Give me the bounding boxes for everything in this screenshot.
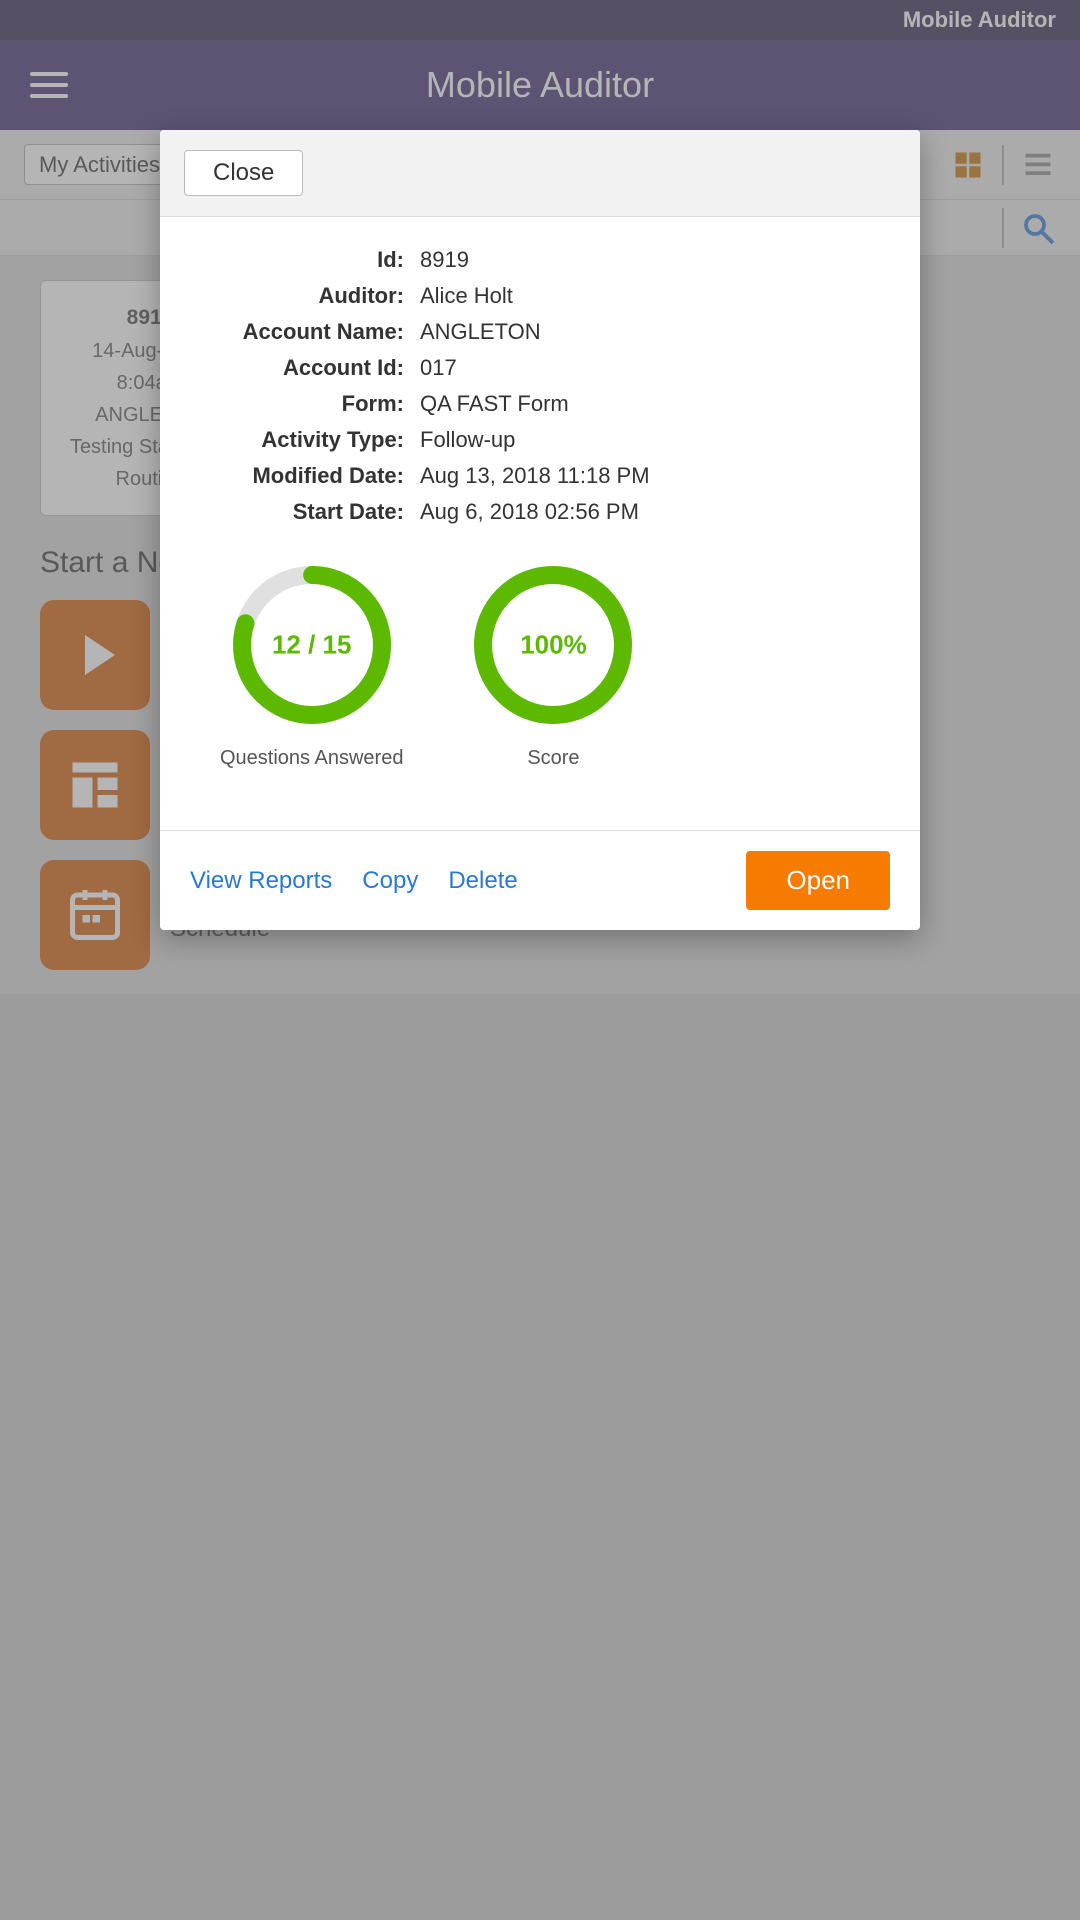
value-start-date: Aug 6, 2018 02:56 PM — [420, 499, 639, 525]
detail-row-modified-date: Modified Date: Aug 13, 2018 11:18 PM — [200, 463, 880, 489]
value-account-name: ANGLETON — [420, 319, 541, 345]
questions-donut: 12 / 15 — [222, 555, 402, 735]
value-account-id: 017 — [420, 355, 457, 381]
open-button[interactable]: Open — [746, 851, 890, 910]
close-button[interactable]: Close — [184, 150, 303, 196]
value-activity-type: Follow-up — [420, 427, 515, 453]
modal-footer: View Reports Copy Delete Open — [160, 830, 920, 930]
copy-button[interactable]: Copy — [362, 867, 418, 895]
score-value: 100% — [520, 630, 587, 661]
modal-body: Id: 8919 Auditor: Alice Holt Account Nam… — [160, 217, 920, 830]
score-label: Score — [527, 747, 579, 770]
charts-row: 12 / 15 Questions Answered 100% — [200, 555, 880, 770]
label-id: Id: — [200, 247, 420, 273]
label-auditor: Auditor: — [200, 283, 420, 309]
questions-answered-label: Questions Answered — [220, 747, 403, 770]
questions-answered-value: 12 / 15 — [272, 630, 352, 661]
modal-header: Close — [160, 130, 920, 217]
label-activity-type: Activity Type: — [200, 427, 420, 453]
view-reports-button[interactable]: View Reports — [190, 867, 332, 895]
label-form: Form: — [200, 391, 420, 417]
detail-row-auditor: Auditor: Alice Holt — [200, 283, 880, 309]
questions-answered-chart: 12 / 15 Questions Answered — [220, 555, 403, 770]
label-modified-date: Modified Date: — [200, 463, 420, 489]
detail-row-account-id: Account Id: 017 — [200, 355, 880, 381]
label-account-name: Account Name: — [200, 319, 420, 345]
value-modified-date: Aug 13, 2018 11:18 PM — [420, 463, 650, 489]
modal-overlay: Close Id: 8919 Auditor: Alice Holt Accou… — [0, 0, 1080, 1920]
value-id: 8919 — [420, 247, 469, 273]
detail-row-start-date: Start Date: Aug 6, 2018 02:56 PM — [200, 499, 880, 525]
label-account-id: Account Id: — [200, 355, 420, 381]
activity-detail-modal: Close Id: 8919 Auditor: Alice Holt Accou… — [160, 130, 920, 930]
value-form: QA FAST Form — [420, 391, 569, 417]
score-donut: 100% — [463, 555, 643, 735]
score-chart: 100% Score — [463, 555, 643, 770]
detail-row-id: Id: 8919 — [200, 247, 880, 273]
detail-row-form: Form: QA FAST Form — [200, 391, 880, 417]
detail-table: Id: 8919 Auditor: Alice Holt Account Nam… — [200, 247, 880, 525]
label-start-date: Start Date: — [200, 499, 420, 525]
detail-row-account-name: Account Name: ANGLETON — [200, 319, 880, 345]
delete-button[interactable]: Delete — [448, 867, 517, 895]
value-auditor: Alice Holt — [420, 283, 513, 309]
detail-row-activity-type: Activity Type: Follow-up — [200, 427, 880, 453]
